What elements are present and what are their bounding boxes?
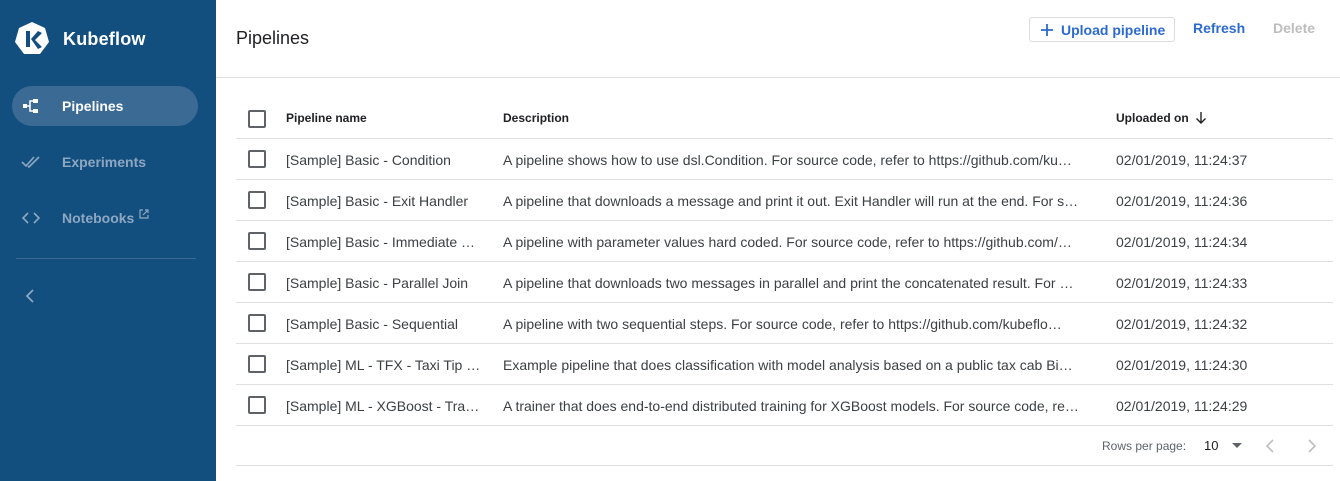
column-header-description[interactable]: Description bbox=[503, 111, 569, 125]
pipeline-description: A pipeline that downloads a message and … bbox=[503, 193, 1079, 209]
pipeline-name-link[interactable]: [Sample] ML - XGBoost - Trai… bbox=[286, 398, 482, 414]
pipeline-uploaded-on: 02/01/2019, 11:24:29 bbox=[1116, 398, 1248, 414]
brand-name: Kubeflow bbox=[63, 28, 146, 49]
pipeline-name-link[interactable]: [Sample] Basic - Condition bbox=[286, 152, 482, 168]
pipeline-uploaded-on: 02/01/2019, 11:24:32 bbox=[1116, 316, 1248, 332]
sidebar-item-experiments[interactable]: Experiments bbox=[12, 142, 198, 182]
pipeline-description: A pipeline shows how to use dsl.Conditio… bbox=[503, 152, 1072, 168]
sidebar-item-label: Experiments bbox=[62, 154, 147, 170]
column-header-uploaded-label: Uploaded on bbox=[1116, 111, 1189, 125]
arrow-down-icon bbox=[1195, 112, 1206, 124]
row-checkbox[interactable] bbox=[248, 396, 266, 414]
sidebar-divider bbox=[16, 258, 196, 259]
next-page-button[interactable] bbox=[1305, 438, 1319, 454]
pipeline-name-link[interactable]: [Sample] ML - TFX - Taxi Tip … bbox=[286, 357, 482, 373]
pipeline-name-link[interactable]: [Sample] Basic - Immediate … bbox=[286, 234, 482, 250]
page-title: Pipelines bbox=[236, 28, 310, 48]
table-pagination: Rows per page: 10 bbox=[236, 426, 1333, 466]
previous-page-button[interactable] bbox=[1263, 438, 1277, 454]
table-row[interactable]: [Sample] Basic - Exit Handler A pipeline… bbox=[236, 180, 1333, 221]
row-checkbox[interactable] bbox=[248, 355, 266, 373]
pipeline-uploaded-on: 02/01/2019, 11:24:37 bbox=[1116, 152, 1248, 168]
pipeline-uploaded-on: 02/01/2019, 11:24:30 bbox=[1116, 357, 1248, 373]
dropdown-caret-icon[interactable] bbox=[1232, 443, 1242, 448]
pipeline-name-link[interactable]: [Sample] Basic - Parallel Join bbox=[286, 275, 482, 291]
delete-button[interactable]: Delete bbox=[1273, 20, 1315, 36]
pipelines-icon bbox=[21, 96, 41, 116]
row-checkbox[interactable] bbox=[248, 273, 266, 291]
experiments-icon bbox=[21, 152, 41, 172]
brand[interactable]: Kubeflow bbox=[14, 20, 146, 58]
upload-pipeline-label: Upload pipeline bbox=[1061, 21, 1166, 38]
refresh-button[interactable]: Refresh bbox=[1193, 20, 1245, 36]
row-checkbox[interactable] bbox=[248, 150, 266, 168]
table-row[interactable]: [Sample] Basic - Condition A pipeline sh… bbox=[236, 139, 1333, 180]
upload-pipeline-button[interactable]: Upload pipeline bbox=[1029, 17, 1175, 42]
pipeline-description: A pipeline with two sequential steps. Fo… bbox=[503, 316, 1062, 332]
collapse-sidebar-button[interactable] bbox=[20, 286, 40, 306]
row-checkbox[interactable] bbox=[248, 232, 266, 250]
pipeline-name-link[interactable]: [Sample] Basic - Exit Handler bbox=[286, 193, 482, 209]
kubeflow-logo-icon bbox=[15, 22, 49, 54]
sidebar-item-pipelines[interactable]: Pipelines bbox=[12, 86, 198, 126]
sidebar-item-notebooks[interactable]: Notebooks bbox=[12, 198, 198, 238]
pipeline-description: A pipeline that downloads two messages i… bbox=[503, 275, 1074, 291]
sidebar-item-label: Pipelines bbox=[62, 98, 124, 114]
plus-icon bbox=[1041, 23, 1053, 36]
rows-per-page-label: Rows per page: bbox=[1102, 439, 1187, 453]
pipeline-uploaded-on: 02/01/2019, 11:24:34 bbox=[1116, 234, 1248, 250]
pipeline-description: A trainer that does end-to-end distribut… bbox=[503, 398, 1079, 414]
external-link-icon bbox=[139, 209, 149, 219]
select-all-checkbox[interactable] bbox=[248, 110, 266, 128]
row-checkbox[interactable] bbox=[248, 191, 266, 209]
table-row[interactable]: [Sample] ML - XGBoost - Trai… A trainer … bbox=[236, 385, 1333, 426]
toolbar: Pipelines Upload pipeline Refresh Delete bbox=[216, 0, 1340, 78]
sidebar-item-label: Notebooks bbox=[62, 210, 135, 226]
chevron-left-icon bbox=[25, 289, 34, 303]
pipeline-name-link[interactable]: [Sample] Basic - Sequential bbox=[286, 316, 482, 332]
pipelines-table: Pipeline name Description Uploaded on [S… bbox=[236, 97, 1333, 426]
rows-per-page-select[interactable]: 10 bbox=[1204, 438, 1218, 453]
table-row[interactable]: [Sample] Basic - Parallel Join A pipelin… bbox=[236, 262, 1333, 303]
pipeline-uploaded-on: 02/01/2019, 11:24:33 bbox=[1116, 275, 1248, 291]
table-header: Pipeline name Description Uploaded on bbox=[236, 97, 1333, 139]
pipeline-uploaded-on: 02/01/2019, 11:24:36 bbox=[1116, 193, 1248, 209]
column-header-name[interactable]: Pipeline name bbox=[286, 111, 367, 125]
pipeline-description: Example pipeline that does classificatio… bbox=[503, 357, 1073, 373]
row-checkbox[interactable] bbox=[248, 314, 266, 332]
table-row[interactable]: [Sample] Basic - Sequential A pipeline w… bbox=[236, 303, 1333, 344]
notebooks-icon bbox=[21, 208, 41, 228]
table-row[interactable]: [Sample] ML - TFX - Taxi Tip … Example p… bbox=[236, 344, 1333, 385]
pipeline-description: A pipeline with parameter values hard co… bbox=[503, 234, 1072, 250]
table-row[interactable]: [Sample] Basic - Immediate … A pipeline … bbox=[236, 221, 1333, 262]
sidebar: Kubeflow Pipelines Experiments Notebooks bbox=[0, 0, 216, 481]
column-header-uploaded[interactable]: Uploaded on bbox=[1116, 111, 1208, 125]
